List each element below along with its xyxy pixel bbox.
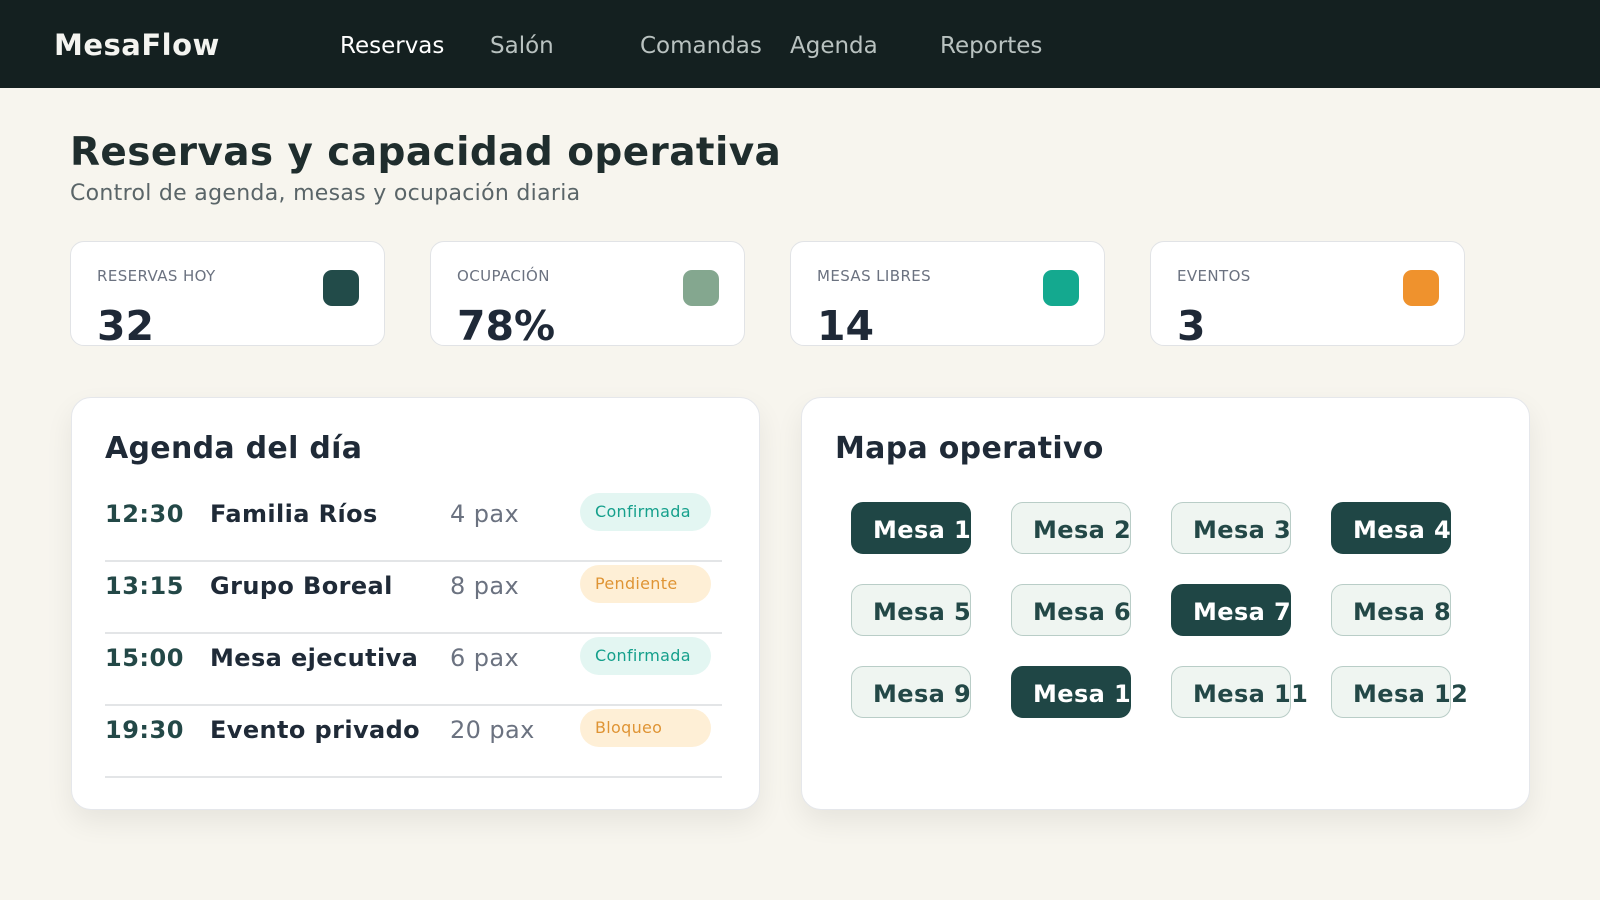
agenda-guest-name: Familia Ríos <box>210 500 378 528</box>
stat-indicator-icon <box>683 270 719 306</box>
stat-indicator-icon <box>1403 270 1439 306</box>
table-tile-2[interactable]: Mesa 2 <box>1011 502 1131 554</box>
nav-item-comandas[interactable]: Comandas <box>640 33 762 59</box>
agenda-time: 12:30 <box>105 500 184 528</box>
table-tile-9[interactable]: Mesa 9 <box>851 666 971 718</box>
table-tile-1[interactable]: Mesa 1 <box>851 502 971 554</box>
agenda-panel: Agenda del día 12:30 Familia Ríos 4 pax … <box>71 397 760 810</box>
agenda-party-size: 8 pax <box>450 572 520 600</box>
stat-value: 32 <box>97 302 155 346</box>
agenda-party-size: 20 pax <box>450 716 535 744</box>
stat-label: MESAS LIBRES <box>817 267 932 285</box>
agenda-panel-title: Agenda del día <box>105 431 363 466</box>
status-badge[interactable]: Confirmada <box>580 493 711 531</box>
stat-card-ocupacion: OCUPACIÓN 78% <box>430 241 745 346</box>
map-panel-title: Mapa operativo <box>835 431 1104 466</box>
table-tile-3[interactable]: Mesa 3 <box>1171 502 1291 554</box>
agenda-time: 13:15 <box>105 572 184 600</box>
page-title: Reservas y capacidad operativa <box>70 130 782 175</box>
table-tile-10[interactable]: Mesa 10 <box>1011 666 1131 718</box>
agenda-time: 15:00 <box>105 644 184 672</box>
stat-label: OCUPACIÓN <box>457 267 550 285</box>
app-brand-logo[interactable]: MesaFlow <box>54 28 220 62</box>
top-navigation-bar: MesaFlow Reservas Salón Comandas Agenda … <box>0 0 1600 88</box>
stat-value: 14 <box>817 302 875 346</box>
agenda-guest-name: Evento privado <box>210 716 421 744</box>
agenda-row[interactable]: 19:30 Evento privado 20 pax Bloqueo <box>105 706 722 778</box>
stat-indicator-icon <box>323 270 359 306</box>
stat-value: 78% <box>457 302 556 346</box>
status-badge[interactable]: Pendiente <box>580 565 711 603</box>
stat-label: EVENTOS <box>1177 267 1251 285</box>
agenda-party-size: 4 pax <box>450 500 520 528</box>
stat-card-mesas-libres: MESAS LIBRES 14 <box>790 241 1105 346</box>
agenda-row[interactable]: 13:15 Grupo Boreal 8 pax Pendiente <box>105 562 722 634</box>
table-tile-7[interactable]: Mesa 7 <box>1171 584 1291 636</box>
agenda-row[interactable]: 15:00 Mesa ejecutiva 6 pax Confirmada <box>105 634 722 706</box>
stat-card-reservas-hoy: RESERVAS HOY 32 <box>70 241 385 346</box>
nav-item-reportes[interactable]: Reportes <box>940 33 1042 59</box>
table-tile-8[interactable]: Mesa 8 <box>1331 584 1451 636</box>
stat-label: RESERVAS HOY <box>97 267 216 285</box>
table-tile-12[interactable]: Mesa 12 <box>1331 666 1468 718</box>
nav-item-agenda[interactable]: Agenda <box>790 33 878 59</box>
table-tile-5[interactable]: Mesa 5 <box>851 584 971 636</box>
nav-item-salon[interactable]: Salón <box>490 33 554 59</box>
stat-card-eventos: EVENTOS 3 <box>1150 241 1465 346</box>
agenda-time: 19:30 <box>105 716 184 744</box>
agenda-guest-name: Mesa ejecutiva <box>210 644 419 672</box>
table-tile-6[interactable]: Mesa 6 <box>1011 584 1131 636</box>
nav-item-reservas[interactable]: Reservas <box>340 33 444 59</box>
table-tile-4[interactable]: Mesa 4 <box>1331 502 1451 554</box>
agenda-row[interactable]: 12:30 Familia Ríos 4 pax Confirmada <box>105 490 722 562</box>
operational-map-panel: Mapa operativo Mesa 1 Mesa 2 Mesa 3 Mesa… <box>801 397 1530 810</box>
stat-indicator-icon <box>1043 270 1079 306</box>
page-subtitle: Control de agenda, mesas y ocupación dia… <box>70 181 581 206</box>
agenda-guest-name: Grupo Boreal <box>210 572 393 600</box>
status-badge[interactable]: Confirmada <box>580 637 711 675</box>
stat-value: 3 <box>1177 302 1206 346</box>
status-badge[interactable]: Bloqueo <box>580 709 711 747</box>
table-tile-11[interactable]: Mesa 11 <box>1171 666 1308 718</box>
agenda-party-size: 6 pax <box>450 644 520 672</box>
